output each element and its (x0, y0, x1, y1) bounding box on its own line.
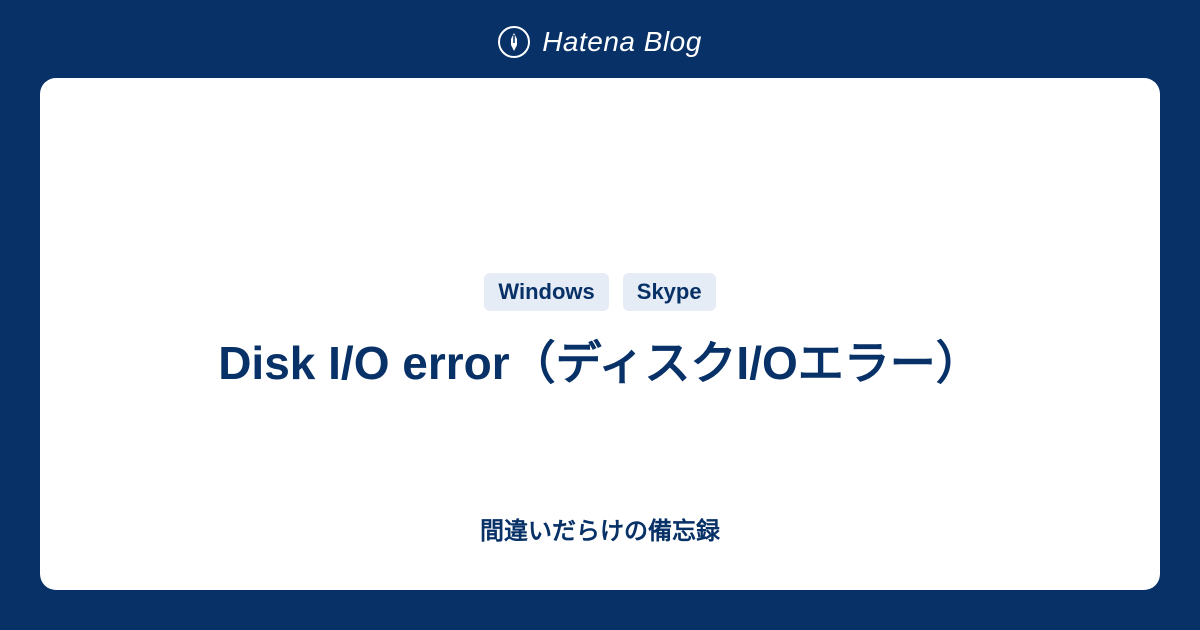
header: Hatena Blog (0, 0, 1200, 78)
hatena-logo-icon (498, 26, 530, 58)
article-card: Windows Skype Disk I/O error（ディスクI/Oエラー）… (40, 78, 1160, 590)
brand-name: Hatena Blog (542, 26, 702, 58)
blog-name: 間違いだらけの備忘録 (480, 511, 720, 546)
tag-item[interactable]: Windows (484, 273, 608, 311)
tag-list: Windows Skype (484, 273, 715, 311)
article-title: Disk I/O error（ディスクI/Oエラー） (218, 331, 982, 395)
tag-item[interactable]: Skype (623, 273, 716, 311)
